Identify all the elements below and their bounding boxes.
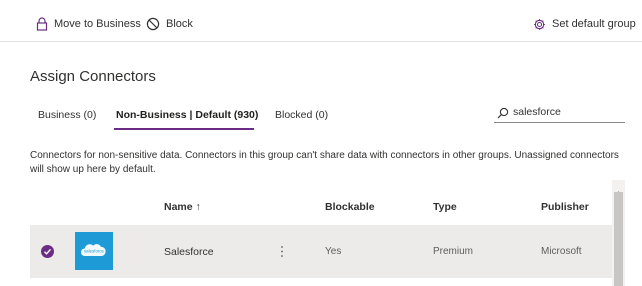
- block-label: Block: [166, 18, 193, 30]
- block-button[interactable]: Block: [146, 13, 193, 35]
- more-options-button[interactable]: [279, 245, 285, 263]
- tab-non-business[interactable]: Non-Business | Default (930): [116, 109, 258, 121]
- column-header-name[interactable]: Name ↑: [164, 201, 201, 213]
- command-bar: Move to Business Block Set default group: [0, 0, 642, 42]
- tab-blocked[interactable]: Blocked (0): [275, 109, 328, 121]
- move-to-business-button[interactable]: Move to Business: [36, 13, 141, 35]
- block-icon: [146, 17, 160, 31]
- scrollbar-thumb[interactable]: [614, 192, 623, 286]
- cell-type: Premium: [433, 246, 474, 257]
- assign-connectors-page: Move to Business Block Set default group: [0, 0, 642, 286]
- active-tab-indicator: [114, 128, 254, 130]
- tab-business[interactable]: Business (0): [38, 109, 96, 121]
- checkmark-icon: [44, 248, 52, 255]
- table-row[interactable]: salesforce Salesforce Yes Premium Micros…: [30, 225, 612, 278]
- gear-icon: [533, 18, 546, 31]
- move-to-business-label: Move to Business: [54, 18, 141, 30]
- row-checkbox[interactable]: [41, 245, 54, 258]
- cell-blockable: Yes: [325, 246, 342, 257]
- connector-name[interactable]: Salesforce: [164, 246, 214, 258]
- search-icon: [497, 106, 509, 124]
- column-header-publisher[interactable]: Publisher: [541, 201, 589, 213]
- set-default-group-label: Set default group: [552, 18, 636, 30]
- page-title: Assign Connectors: [30, 68, 156, 85]
- cell-publisher: Microsoft: [541, 246, 582, 257]
- set-default-group-button[interactable]: Set default group: [533, 13, 636, 35]
- search-box[interactable]: [494, 103, 625, 123]
- salesforce-logo: salesforce: [75, 232, 113, 270]
- lock-icon: [36, 17, 48, 31]
- search-input[interactable]: [513, 104, 621, 120]
- scrollbar[interactable]: [612, 180, 625, 286]
- column-header-type[interactable]: Type: [433, 201, 457, 213]
- more-icon: [281, 246, 283, 257]
- group-description: Connectors for non-sensitive data. Conne…: [30, 150, 619, 175]
- column-header-blockable[interactable]: Blockable: [325, 201, 375, 213]
- svg-text:salesforce: salesforce: [84, 249, 105, 254]
